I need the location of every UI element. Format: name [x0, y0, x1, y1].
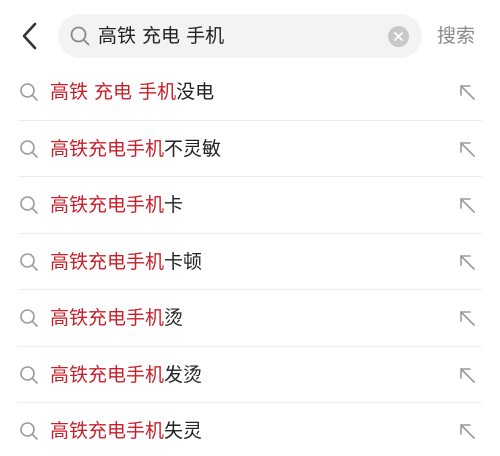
suggestion-text: 高铁充电手机卡: [50, 177, 183, 233]
suggestion-rest-text: 不灵敏: [164, 137, 222, 160]
arrow-up-left-icon[interactable]: [455, 419, 479, 443]
arrow-up-left-icon[interactable]: [455, 250, 479, 274]
suggestion-item[interactable]: 高铁充电手机卡顿: [0, 234, 500, 290]
suggestion-match-text: 高铁 充电 手机: [50, 81, 177, 103]
suggestion-match-text: 高铁充电手机: [50, 137, 165, 160]
clear-icon: [394, 32, 403, 41]
search-icon: [20, 365, 38, 384]
suggestion-match-text: 高铁充电手机: [50, 307, 165, 329]
suggestion-list: 高铁 充电 手机没电 高铁充电手机不灵敏 高铁充电手机卡 高铁充电手机卡顿 高铁充电手机…: [0, 64, 500, 456]
suggestion-text: 高铁充电手机不灵敏: [50, 121, 221, 177]
back-button[interactable]: [14, 20, 46, 52]
suggestion-text: 高铁 充电 手机没电: [50, 64, 214, 120]
suggestion-text: 高铁充电手机烫: [50, 290, 183, 346]
suggestion-match-text: 高铁充电手机: [50, 250, 165, 273]
search-icon: [70, 26, 90, 46]
chevron-left-icon: [22, 22, 37, 50]
search-icon: [20, 309, 38, 327]
arrow-up-left-icon[interactable]: [455, 363, 479, 387]
search-suggestion-screen: 搜索 高铁 充电 手机没电高铁充电手机不灵敏高铁充电手机卡高铁充电手机卡顿高铁充…: [0, 0, 500, 456]
suggestion-rest-text: 卡顿: [164, 250, 203, 273]
search-header: 搜索: [0, 0, 500, 72]
search-button[interactable]: 搜索: [437, 22, 475, 50]
suggestion-item[interactable]: 高铁 充电 手机没电: [0, 64, 500, 121]
suggestion-rest-text: 发烫: [164, 363, 203, 386]
suggestion-rest-text: 烫: [164, 307, 184, 329]
suggestion-item[interactable]: 高铁充电手机失灵: [0, 403, 500, 456]
search-icon: [20, 252, 38, 271]
search-icon: [20, 196, 38, 214]
search-box[interactable]: [58, 14, 422, 58]
search-icon: [20, 83, 38, 101]
arrow-up-left-icon[interactable]: [455, 306, 479, 330]
suggestion-item[interactable]: 高铁充电手机卡: [0, 177, 500, 234]
suggestion-match-text: 高铁充电手机: [50, 194, 165, 216]
suggestion-item[interactable]: 高铁充电手机发烫: [0, 347, 500, 403]
search-icon: [20, 139, 38, 158]
arrow-up-left-icon[interactable]: [455, 137, 479, 161]
suggestion-rest-text: 失灵: [164, 420, 203, 442]
search-input[interactable]: [98, 14, 378, 58]
suggestion-match-text: 高铁充电手机: [50, 420, 165, 442]
arrow-up-left-icon[interactable]: [455, 193, 479, 217]
suggestion-text: 高铁充电手机卡顿: [50, 234, 202, 290]
search-icon: [20, 422, 38, 440]
clear-button[interactable]: [388, 26, 409, 47]
suggestion-text: 高铁充电手机失灵: [50, 403, 202, 456]
suggestion-match-text: 高铁充电手机: [50, 363, 165, 386]
suggestion-item[interactable]: 高铁充电手机不灵敏: [0, 121, 500, 177]
suggestion-rest-text: 卡: [164, 194, 184, 216]
suggestion-item[interactable]: 高铁充电手机烫: [0, 290, 500, 347]
arrow-up-left-icon[interactable]: [455, 80, 479, 104]
suggestion-text: 高铁充电手机发烫: [50, 347, 202, 403]
suggestion-rest-text: 没电: [176, 81, 215, 103]
